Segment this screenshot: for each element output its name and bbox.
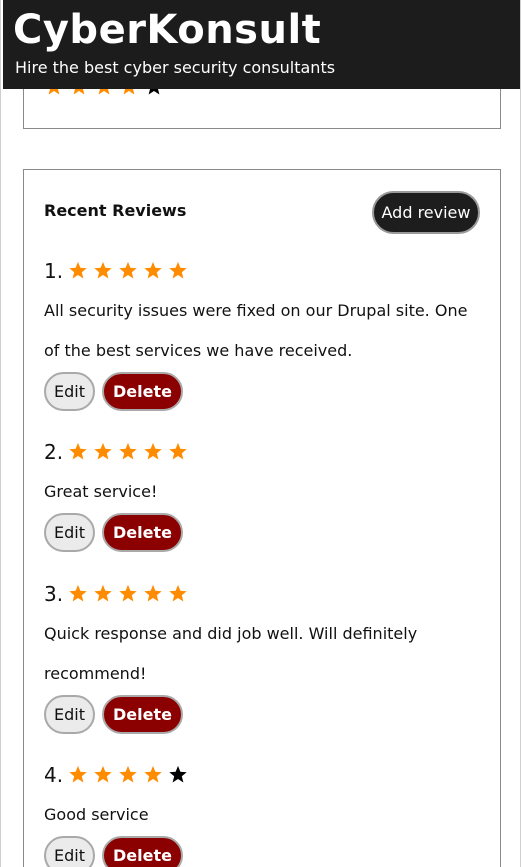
edit-review-button[interactable]: Edit (44, 513, 95, 552)
review-text: All security issues were fixed on our Dr… (44, 301, 468, 360)
delete-review-button[interactable]: Delete (102, 372, 183, 411)
star-filled-icon (143, 261, 163, 281)
star-filled-icon (118, 584, 138, 604)
review-actions: Edit Delete (44, 695, 484, 734)
review-header: 1. (44, 259, 484, 283)
star-filled-icon (68, 261, 88, 281)
add-review-button[interactable]: Add review (372, 191, 480, 234)
edit-review-button[interactable]: Edit (44, 836, 95, 867)
delete-review-button[interactable]: Delete (102, 513, 183, 552)
page: CyberKonsult Hire the best cyber securit… (0, 0, 521, 867)
edit-review-button[interactable]: Edit (44, 372, 95, 411)
review-item: 3. Quick response and did job well. Will… (44, 582, 484, 734)
review-number: 2. (44, 440, 64, 464)
star-filled-icon (68, 584, 88, 604)
star-filled-icon (168, 584, 188, 604)
star-filled-icon (143, 442, 163, 462)
review-rating-stars (68, 261, 188, 281)
review-header: 2. (44, 440, 484, 464)
review-rating-stars (68, 765, 188, 785)
review-actions: Edit Delete (44, 513, 484, 552)
star-filled-icon (118, 765, 138, 785)
review-header: 4. (44, 763, 484, 787)
star-filled-icon (68, 765, 88, 785)
star-filled-icon (68, 442, 88, 462)
star-filled-icon (143, 584, 163, 604)
star-filled-icon (93, 442, 113, 462)
star-filled-icon (118, 261, 138, 281)
review-number: 4. (44, 763, 64, 787)
star-filled-icon (118, 442, 138, 462)
star-filled-icon (93, 584, 113, 604)
recent-reviews-card: Recent Reviews Add review 1. All securit… (23, 169, 501, 867)
star-empty-icon (168, 765, 188, 785)
review-text: Quick response and did job well. Will de… (44, 624, 418, 683)
review-item: 1. All security issues were fixed on our… (44, 259, 484, 411)
delete-review-button[interactable]: Delete (102, 695, 183, 734)
review-header: 3. (44, 582, 484, 606)
review-rating-stars (68, 584, 188, 604)
review-text: Great service! (44, 482, 158, 501)
review-number: 3. (44, 582, 64, 606)
star-filled-icon (93, 765, 113, 785)
review-number: 1. (44, 259, 64, 283)
review-text: Good service (44, 805, 149, 824)
star-filled-icon (168, 442, 188, 462)
site-title[interactable]: CyberKonsult (13, 6, 321, 54)
site-header: CyberKonsult Hire the best cyber securit… (3, 0, 520, 89)
star-filled-icon (93, 261, 113, 281)
review-item: 2. Great service! Edit Delete (44, 440, 484, 552)
review-item: 4. Good service Edit Delete (44, 763, 484, 867)
star-filled-icon (143, 765, 163, 785)
recent-reviews-heading: Recent Reviews (44, 201, 187, 220)
star-filled-icon (168, 261, 188, 281)
review-actions: Edit Delete (44, 372, 484, 411)
review-actions: Edit Delete (44, 836, 484, 867)
site-tagline: Hire the best cyber security consultants (15, 58, 336, 77)
edit-review-button[interactable]: Edit (44, 695, 95, 734)
review-rating-stars (68, 442, 188, 462)
delete-review-button[interactable]: Delete (102, 836, 183, 867)
